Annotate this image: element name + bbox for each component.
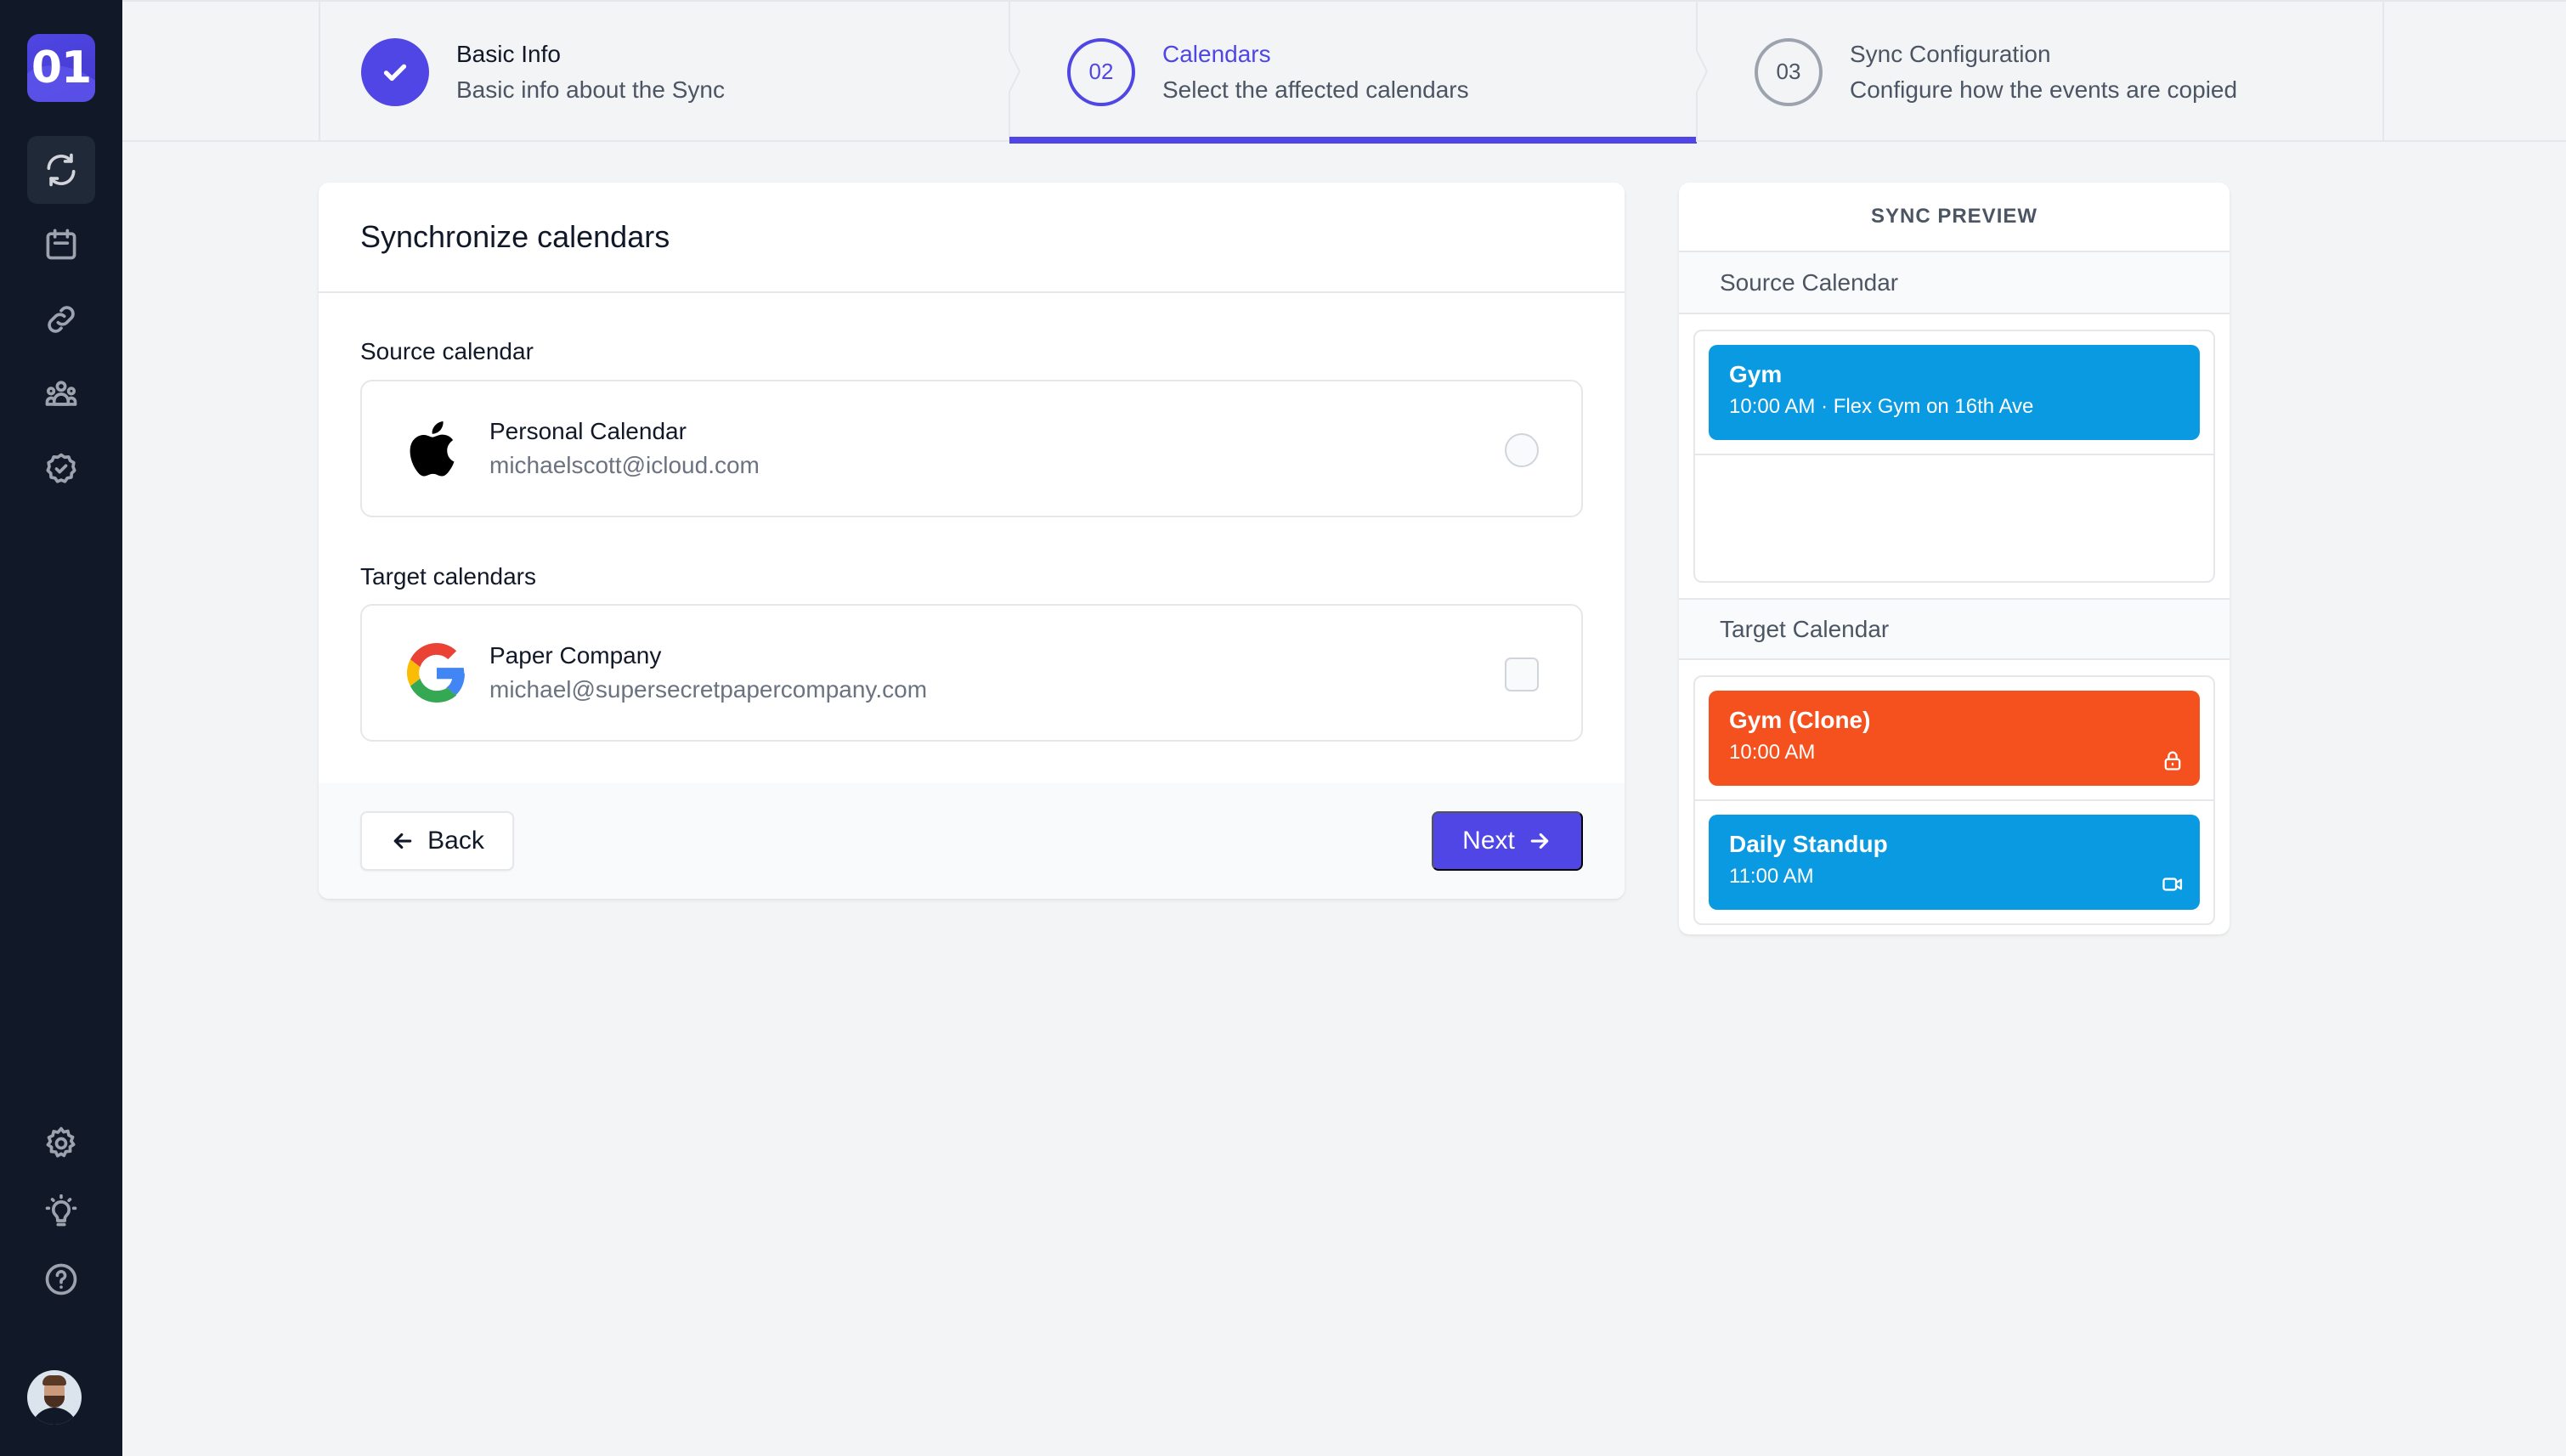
sidebar-item-links[interactable] (27, 285, 95, 353)
sidebar-item-ideas[interactable] (27, 1177, 95, 1245)
badge-check-icon (46, 453, 76, 483)
step-title: Sync Configuration (1850, 40, 2051, 67)
next-label: Next (1462, 827, 1515, 855)
calendar-email: michael@supersecretpapercompany.com (489, 676, 928, 703)
sidebar-item-verified[interactable] (27, 435, 95, 503)
event-details: 10:00 AM (1729, 741, 1816, 764)
event-daily-standup[interactable]: Daily Standup 11:00 AM (1709, 815, 2200, 910)
synchronize-calendars-card: Synchronize calendars Source calendar Pe… (319, 183, 1625, 899)
video-icon (2161, 872, 2184, 896)
google-logo-icon (404, 641, 469, 705)
time-slot: Daily Standup 11:00 AM (1695, 801, 2213, 923)
source-calendar-preview: Gym 10:00 AM · Flex Gym on 16th Ave (1693, 330, 2215, 583)
time-slot: Gym 10:00 AM · Flex Gym on 16th Ave (1695, 331, 2213, 455)
target-calendars-label: Target calendars (360, 563, 537, 590)
active-step-indicator (1009, 137, 1697, 144)
time-slot-empty (1695, 455, 2213, 581)
source-calendar-option[interactable]: Personal Calendar michaelscott@icloud.co… (360, 380, 1583, 517)
arrow-right-icon (1530, 832, 1549, 849)
calendar-icon (46, 229, 76, 260)
step-number: 02 (1067, 37, 1135, 106)
source-calendar-radio[interactable] (1505, 433, 1539, 467)
calendar-name: Personal Calendar (489, 418, 687, 444)
step-title: Basic Info (456, 40, 561, 67)
event-details: 10:00 AM · Flex Gym on 16th Ave (1729, 395, 2034, 418)
card-footer: Back Next (319, 783, 1625, 899)
step-number: 03 (1755, 37, 1823, 106)
help-circle-icon (45, 1263, 77, 1295)
event-title: Gym (1729, 361, 1783, 387)
calendar-email: michaelscott@icloud.com (489, 452, 760, 478)
avatar-hair (42, 1375, 66, 1385)
time-slot: Gym (Clone) 10:00 AM (1695, 677, 2213, 801)
target-calendar-option[interactable]: Paper Company michael@supersecretpaperco… (360, 604, 1583, 742)
sidebar-item-team[interactable] (27, 360, 95, 428)
gear-icon (46, 1126, 76, 1158)
lightbulb-icon (45, 1194, 77, 1227)
sidebar-item-sync[interactable] (27, 136, 95, 204)
sidebar: 01 (0, 0, 122, 1456)
calendar-name: Paper Company (489, 642, 662, 669)
check-icon (383, 64, 407, 81)
stepper: Basic Info Basic info about the Sync 02 … (122, 0, 2566, 144)
step-calendars[interactable]: 02 Calendars Select the affected calenda… (1009, 2, 1697, 144)
card-title: Synchronize calendars (360, 219, 670, 254)
avatar-body (31, 1408, 78, 1425)
lock-icon (2161, 748, 2184, 772)
target-calendar-preview: Gym (Clone) 10:00 AM Daily Standup 11:00… (1693, 675, 2215, 925)
step-complete-indicator (361, 37, 429, 106)
target-calendar-heading: Target Calendar (1679, 598, 2230, 660)
step-title: Calendars (1162, 40, 1271, 67)
step-subtitle: Select the affected calendars (1162, 76, 1469, 103)
avatar-beard (44, 1396, 65, 1408)
arrow-left-icon (393, 832, 412, 849)
step-basic-info[interactable]: Basic Info Basic info about the Sync (319, 2, 1009, 142)
sync-preview-panel: SYNC PREVIEW Source Calendar Gym 10:00 A… (1679, 183, 2230, 934)
source-calendar-heading: Source Calendar (1679, 252, 2230, 314)
users-icon (45, 381, 77, 406)
avatar[interactable] (27, 1370, 82, 1425)
sidebar-item-settings[interactable] (27, 1109, 95, 1177)
step-sync-configuration[interactable]: 03 Sync Configuration Configure how the … (1697, 2, 2384, 142)
apple-logo-icon (404, 416, 469, 481)
sync-icon (47, 153, 76, 187)
logo-text: 01 (31, 42, 92, 93)
link-icon (48, 306, 75, 333)
sidebar-item-help[interactable] (27, 1245, 95, 1313)
event-details: 11:00 AM (1729, 865, 1814, 888)
back-button[interactable]: Back (360, 811, 514, 871)
step-subtitle: Configure how the events are copied (1850, 76, 2238, 103)
next-button[interactable]: Next (1432, 811, 1583, 871)
event-title: Daily Standup (1729, 831, 1888, 857)
preview-title: SYNC PREVIEW (1679, 183, 2230, 252)
back-label: Back (427, 827, 484, 855)
event-gym[interactable]: Gym 10:00 AM · Flex Gym on 16th Ave (1709, 345, 2200, 440)
step-subtitle: Basic info about the Sync (456, 76, 725, 103)
event-gym-clone[interactable]: Gym (Clone) 10:00 AM (1709, 691, 2200, 786)
source-calendar-label: Source calendar (360, 338, 534, 364)
event-title: Gym (Clone) (1729, 707, 1871, 733)
target-calendar-checkbox[interactable] (1505, 657, 1539, 691)
sidebar-item-calendar[interactable] (27, 211, 95, 279)
app-logo[interactable]: 01 (27, 34, 95, 102)
